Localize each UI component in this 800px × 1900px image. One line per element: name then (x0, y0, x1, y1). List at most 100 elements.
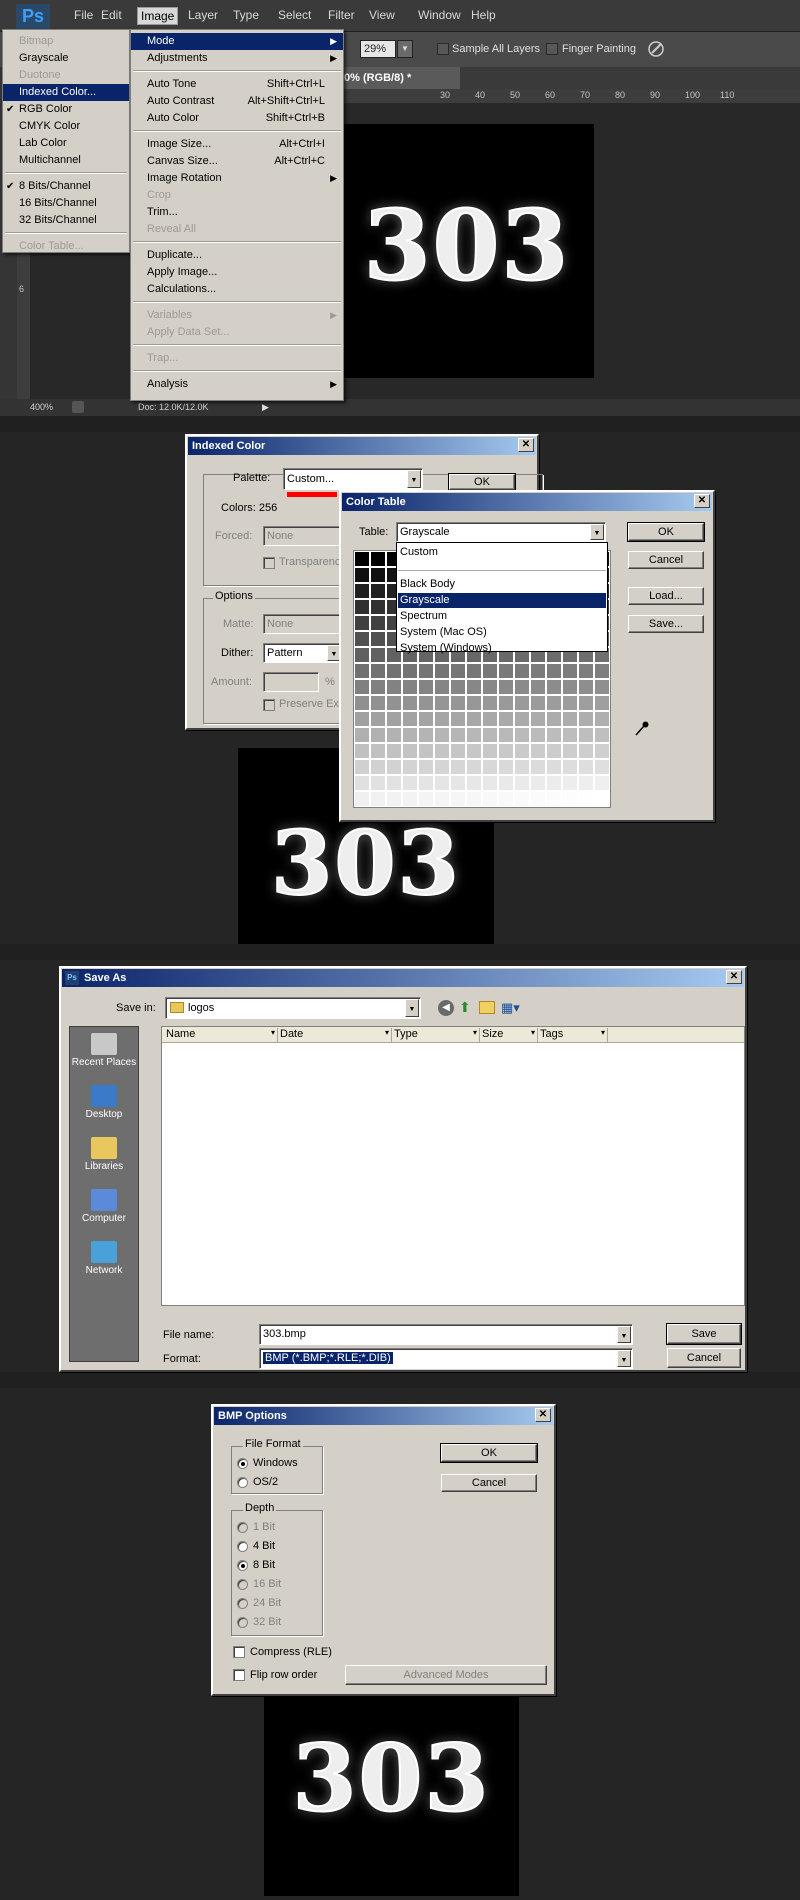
mode-item-32-bits-channel[interactable]: 32 Bits/Channel (3, 212, 129, 229)
back-icon[interactable]: ◀ (438, 1000, 454, 1016)
color-swatch[interactable] (354, 711, 370, 727)
color-swatch[interactable] (354, 647, 370, 663)
color-swatch[interactable] (402, 679, 418, 695)
depth-radio-4-bit[interactable] (237, 1541, 248, 1552)
place-libraries[interactable]: Libraries (70, 1137, 138, 1172)
color-swatch[interactable] (370, 615, 386, 631)
color-swatch[interactable] (530, 791, 546, 807)
place-network[interactable]: Network (70, 1241, 138, 1276)
ok-button[interactable]: OK (448, 473, 516, 491)
color-swatch[interactable] (450, 695, 466, 711)
load-button[interactable]: Load... (628, 587, 704, 605)
color-swatch[interactable] (578, 743, 594, 759)
color-swatch[interactable] (386, 727, 402, 743)
color-swatch[interactable] (514, 663, 530, 679)
color-swatch[interactable] (402, 695, 418, 711)
table-option[interactable]: Custom (398, 545, 606, 560)
document-tab[interactable]: 0% (RGB/8) * (340, 67, 460, 89)
format-radio-windows[interactable] (237, 1458, 248, 1469)
ok-button[interactable]: OK (440, 1443, 538, 1463)
save-in-select[interactable]: logos ▼ (165, 997, 421, 1019)
color-swatch[interactable] (578, 759, 594, 775)
color-swatch[interactable] (562, 695, 578, 711)
color-swatch[interactable] (386, 791, 402, 807)
color-swatch[interactable] (546, 679, 562, 695)
image-item-image-rotation[interactable]: Image Rotation ▶ (131, 170, 343, 187)
column-header-tags[interactable]: Tags ▾ (538, 1028, 608, 1042)
color-swatch[interactable] (498, 727, 514, 743)
color-swatch[interactable] (354, 759, 370, 775)
color-swatch[interactable] (594, 679, 610, 695)
image-item-auto-color[interactable]: Auto Color Shift+Ctrl+B (131, 110, 343, 127)
color-swatch[interactable] (370, 599, 386, 615)
color-swatch[interactable] (450, 791, 466, 807)
color-swatch[interactable] (354, 663, 370, 679)
color-swatch[interactable] (354, 631, 370, 647)
file-name-input[interactable]: 303.bmp ▼ (259, 1324, 633, 1345)
file-list[interactable]: Name ▾ Date ▾ Type ▾ Size ▾ Tags ▾ (161, 1026, 745, 1306)
menu-help[interactable]: Help (471, 8, 496, 22)
compress-rle-checkbox[interactable] (233, 1646, 245, 1658)
close-icon[interactable]: ✕ (694, 494, 710, 508)
color-swatch[interactable] (434, 743, 450, 759)
color-swatch[interactable] (434, 663, 450, 679)
color-swatch[interactable] (402, 775, 418, 791)
color-swatch[interactable] (370, 759, 386, 775)
save-button[interactable]: Save... (628, 615, 704, 633)
flip-row-order-checkbox[interactable] (233, 1669, 245, 1681)
color-swatch[interactable] (498, 695, 514, 711)
color-swatch[interactable] (594, 695, 610, 711)
cancel-button[interactable]: Cancel (441, 1474, 537, 1492)
color-swatch[interactable] (482, 759, 498, 775)
color-swatch[interactable] (562, 775, 578, 791)
color-swatch[interactable] (530, 695, 546, 711)
color-swatch[interactable] (546, 791, 562, 807)
save-button[interactable]: Save (666, 1323, 742, 1345)
mode-item-16-bits-channel[interactable]: 16 Bits/Channel (3, 195, 129, 212)
image-item-calculations[interactable]: Calculations... (131, 281, 343, 298)
color-swatch[interactable] (562, 711, 578, 727)
mode-item-cmyk-color[interactable]: CMYK Color (3, 118, 129, 135)
color-swatch[interactable] (354, 791, 370, 807)
cancel-button[interactable]: Cancel (667, 1348, 741, 1368)
color-swatch[interactable] (514, 791, 530, 807)
color-swatch[interactable] (354, 679, 370, 695)
color-swatch[interactable] (482, 775, 498, 791)
color-swatch[interactable] (514, 759, 530, 775)
mode-item-indexed-color[interactable]: Indexed Color... (3, 84, 129, 101)
view-menu-icon[interactable]: ▦▾ (501, 1000, 523, 1015)
color-swatch[interactable] (418, 727, 434, 743)
color-swatch[interactable] (418, 775, 434, 791)
table-select[interactable]: Grayscale ▼ (396, 522, 606, 542)
color-swatch[interactable] (402, 711, 418, 727)
image-item-auto-tone[interactable]: Auto Tone Shift+Ctrl+L (131, 76, 343, 93)
color-swatch[interactable] (418, 663, 434, 679)
image-item-apply-image[interactable]: Apply Image... (131, 264, 343, 281)
color-swatch[interactable] (450, 663, 466, 679)
color-swatch[interactable] (370, 583, 386, 599)
table-option[interactable]: System (Windows) (398, 641, 606, 656)
color-swatch[interactable] (594, 727, 610, 743)
depth-radio-8-bit[interactable] (237, 1560, 248, 1571)
image-item-image-size[interactable]: Image Size... Alt+Ctrl+I (131, 136, 343, 153)
palette-select[interactable]: Custom... ▼ (283, 468, 423, 490)
place-desktop[interactable]: Desktop (70, 1085, 138, 1120)
color-swatch[interactable] (370, 631, 386, 647)
table-option[interactable]: Black Body (398, 577, 606, 592)
color-swatch[interactable] (562, 791, 578, 807)
menu-select[interactable]: Select (278, 8, 311, 22)
place-recent-places[interactable]: Recent Places (70, 1033, 138, 1068)
color-swatch[interactable] (466, 711, 482, 727)
color-swatch[interactable] (370, 663, 386, 679)
mode-item-grayscale[interactable]: Grayscale (3, 50, 129, 67)
color-swatch[interactable] (498, 711, 514, 727)
color-swatch[interactable] (578, 791, 594, 807)
color-swatch[interactable] (370, 727, 386, 743)
menu-filter[interactable]: Filter (328, 8, 355, 22)
color-swatch[interactable] (466, 695, 482, 711)
color-swatch[interactable] (466, 727, 482, 743)
mode-item-lab-color[interactable]: Lab Color (3, 135, 129, 152)
color-swatch[interactable] (578, 679, 594, 695)
color-swatch[interactable] (530, 727, 546, 743)
format-select[interactable]: BMP (*.BMP;*.RLE;*.DIB) ▼ (259, 1348, 633, 1369)
